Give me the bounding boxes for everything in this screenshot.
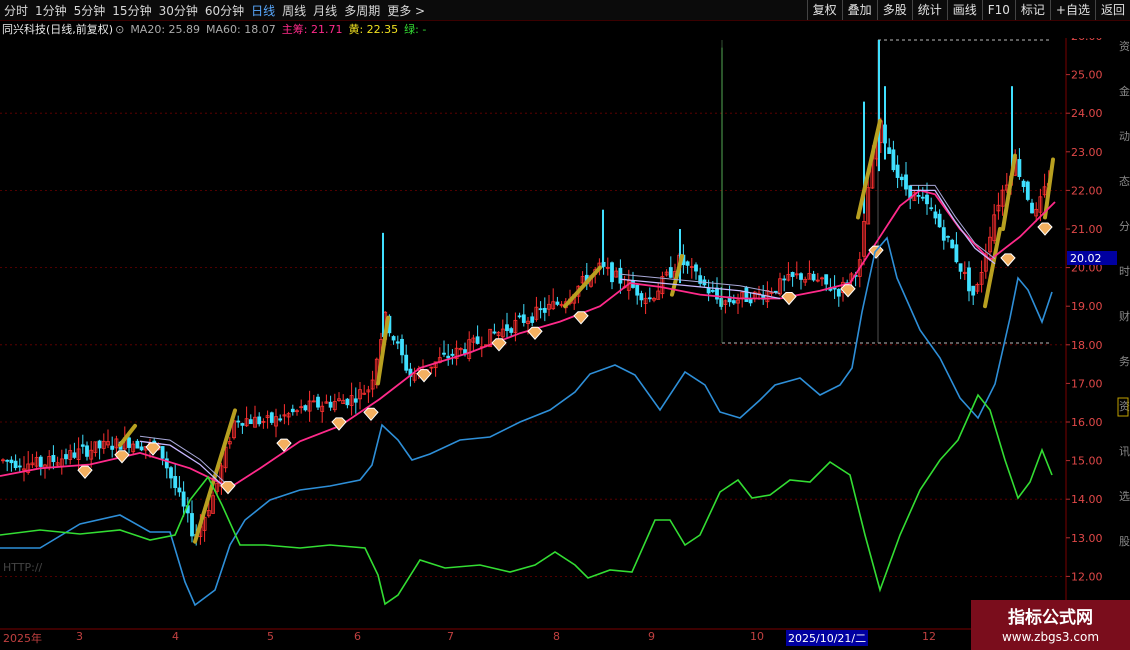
side-tab-char-4: 分 — [1119, 220, 1130, 233]
price-tick-label-0: 26.00 — [1071, 38, 1103, 43]
kline-chart[interactable]: 26.0025.0024.0023.0022.0021.0020.0019.00… — [0, 38, 1130, 630]
month-label-1: 3 — [76, 630, 83, 643]
price-tick-label-2: 24.00 — [1071, 107, 1103, 120]
tool-button-1[interactable]: 叠加 — [841, 0, 877, 20]
side-tab-char-1: 金 — [1119, 84, 1130, 98]
price-tick-label-8: 18.00 — [1071, 339, 1103, 352]
watermark-title: 指标公式网 — [1008, 608, 1093, 628]
current-price-label: 20.02 — [1070, 252, 1102, 265]
toolbar: 分时 1分钟 5分钟 15分钟 30分钟 60分钟 日线 周线 月线 多周期 更多 > 复权 叠加 多股… — [0, 0, 1130, 21]
cursor-date-label: 2025/10/21/二 — [786, 630, 869, 646]
period-tab-0[interactable]: 分时 — [4, 2, 28, 19]
period-tab-4[interactable]: 30分钟 — [159, 2, 198, 19]
price-tick-label-11: 15.00 — [1071, 455, 1103, 468]
indicator-info-bar: 同兴科技(日线,前复权) ⊙ MA20: 25.89 MA60: 18.07 主… — [2, 21, 432, 37]
month-label-3: 5 — [267, 630, 274, 643]
period-tab-5[interactable]: 60分钟 — [205, 2, 244, 19]
period-tab-1[interactable]: 1分钟 — [35, 2, 67, 19]
ma60-value: MA60: 18.07 — [206, 22, 276, 36]
price-tick-label-7: 19.00 — [1071, 300, 1103, 313]
period-tab-8[interactable]: 月线 — [313, 2, 337, 19]
side-tab-char-10: 选 — [1119, 490, 1130, 503]
watermark-url: www.zbgs3.com — [1001, 630, 1100, 644]
yellow-value: 黄: 22.35 — [348, 23, 399, 36]
price-tick-label-5: 21.00 — [1071, 223, 1103, 236]
side-tab-char-9: 讯 — [1119, 445, 1130, 458]
month-label-0: 2025年 — [3, 632, 42, 645]
period-tabs: 分时 1分钟 5分钟 15分钟 30分钟 60分钟 日线 周线 月线 多周期 更多 > — [4, 0, 432, 20]
month-label-4: 6 — [354, 630, 361, 643]
side-tab-char-3: 态 — [1119, 175, 1130, 188]
price-tick-label-13: 13.00 — [1071, 532, 1103, 545]
period-tab-7[interactable]: 周线 — [282, 2, 306, 19]
price-tick-label-14: 12.00 — [1071, 570, 1103, 583]
tool-button-2[interactable]: 多股 — [876, 0, 912, 20]
period-tab-2[interactable]: 5分钟 — [74, 2, 106, 19]
price-tick-label-1: 25.00 — [1071, 69, 1103, 82]
tool-button-6[interactable]: 标记 — [1014, 0, 1050, 20]
period-tab-3[interactable]: 15分钟 — [112, 2, 151, 19]
month-label-8: 10 — [750, 630, 764, 643]
price-tick-label-4: 22.00 — [1071, 184, 1103, 197]
chevron-down-icon[interactable]: ⊙ — [115, 23, 124, 36]
stock-title[interactable]: 同兴科技(日线,前复权) — [2, 21, 113, 37]
side-tab-char-0: 资 — [1119, 40, 1130, 53]
period-tab-10[interactable]: 更多 > — [387, 2, 425, 19]
side-tab-char-2: 动 — [1119, 130, 1130, 143]
tool-button-0[interactable]: 复权 — [806, 0, 842, 20]
side-tab-char-5: 时 — [1119, 265, 1130, 278]
candle — [950, 238, 955, 249]
candle — [1025, 180, 1030, 202]
month-label-2: 4 — [172, 630, 179, 643]
side-tab-char-6: 财 — [1119, 309, 1130, 323]
side-tab-char-7: 务 — [1119, 355, 1130, 368]
price-tick-label-9: 17.00 — [1071, 377, 1103, 390]
main-chip-value: 主筹: 21.71 — [281, 23, 343, 36]
price-tick-label-10: 16.00 — [1071, 416, 1103, 429]
green-value: 绿: - — [404, 23, 427, 36]
http-label: HTTP:// — [3, 561, 43, 574]
ma20-value: MA20: 25.89 — [130, 22, 201, 36]
tool-button-5[interactable]: F10 — [981, 0, 1015, 20]
watermark-logo: 指标公式网 www.zbgs3.com — [971, 600, 1130, 650]
price-tick-label-12: 14.00 — [1071, 493, 1103, 506]
tool-button-4[interactable]: 画线 — [946, 0, 982, 20]
tool-button-7[interactable]: +自选 — [1049, 0, 1095, 20]
period-tab-6[interactable]: 日线 — [251, 2, 275, 19]
candle — [744, 285, 749, 302]
tool-buttons: 复权 叠加 多股 统计 画线 F10 标记 +自选 返回 — [806, 0, 1130, 20]
tool-button-3[interactable]: 统计 — [911, 0, 947, 20]
month-label-10: 12 — [922, 630, 936, 643]
month-label-7: 9 — [648, 630, 655, 643]
period-tab-9[interactable]: 多周期 — [344, 2, 380, 19]
month-label-6: 8 — [553, 630, 560, 643]
side-tab-char-11: 股 — [1119, 535, 1130, 548]
price-tick-label-3: 23.00 — [1071, 146, 1103, 159]
tool-button-8[interactable]: 返回 — [1094, 0, 1130, 20]
month-label-5: 7 — [447, 630, 454, 643]
